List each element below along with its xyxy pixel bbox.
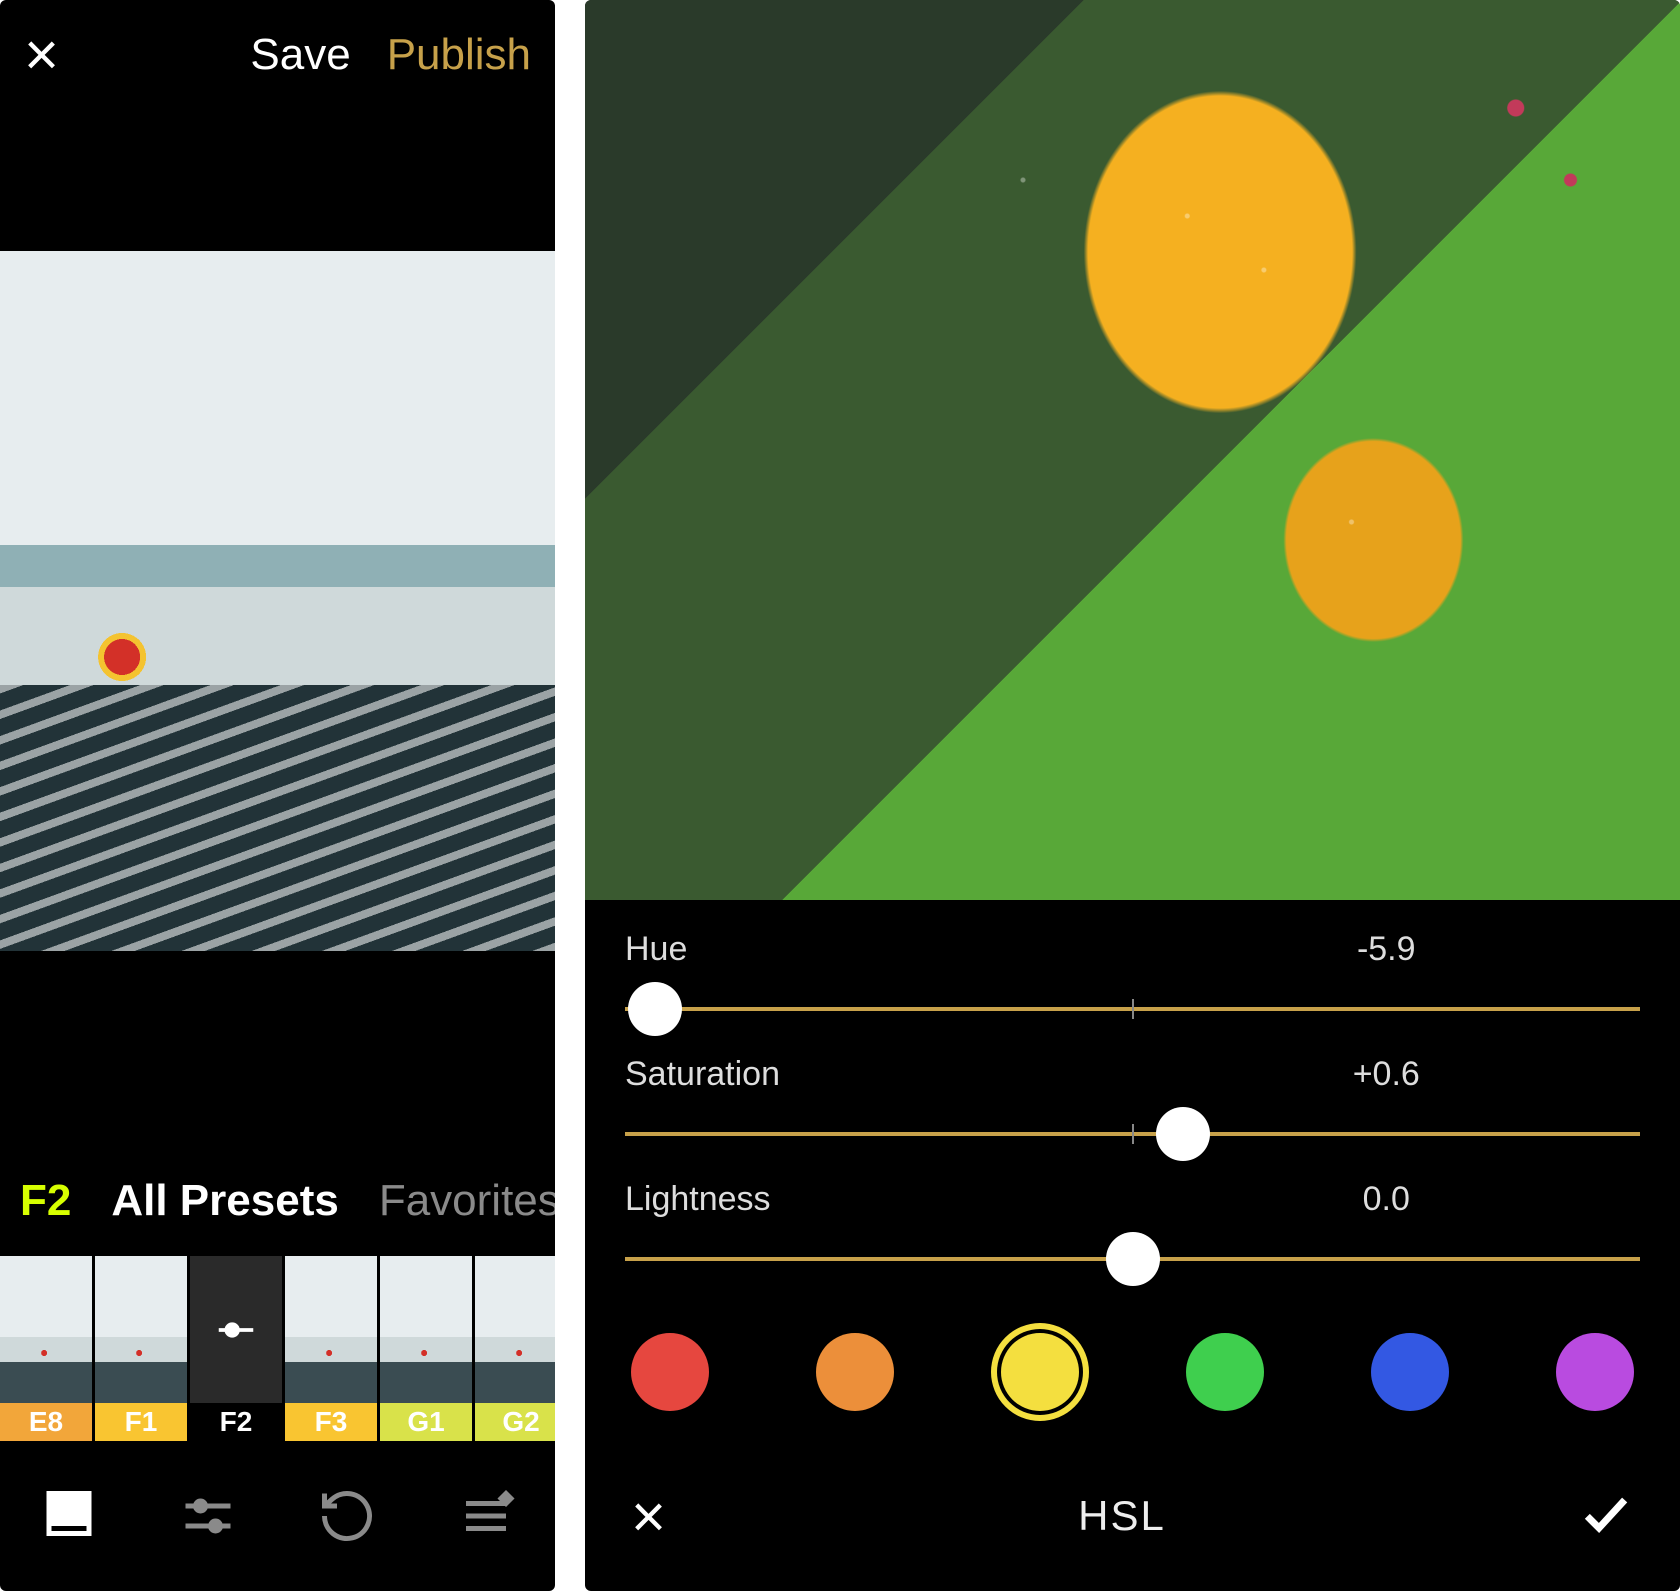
hsl-panel: Hue-5.9 Saturation+0.6 Lightness0.0 [585, 900, 1680, 1411]
color-yellow[interactable] [1001, 1333, 1079, 1411]
preset-g2[interactable]: G2 [475, 1256, 555, 1441]
preset-label: F1 [95, 1403, 187, 1441]
panel-title: HSL [1078, 1492, 1166, 1540]
confirm-icon[interactable] [1578, 1486, 1634, 1547]
photo-preview[interactable] [585, 0, 1680, 900]
history-icon[interactable] [307, 1476, 387, 1556]
slider-knob[interactable] [628, 982, 682, 1036]
tab-favorites[interactable]: Favorites [379, 1176, 555, 1226]
close-icon[interactable]: × [24, 25, 59, 85]
publish-button[interactable]: Publish [387, 30, 531, 80]
editor-presets-screen: × Save Publish F2 All Presets Favorites … [0, 0, 555, 1591]
cancel-icon[interactable]: × [631, 1482, 666, 1551]
color-blue[interactable] [1371, 1333, 1449, 1411]
presets-icon[interactable] [29, 1476, 109, 1556]
preset-f2[interactable]: F2 [190, 1256, 282, 1441]
slider-hue: Hue-5.9 [625, 930, 1640, 1031]
slider-lightness: Lightness0.0 [625, 1180, 1640, 1281]
recipes-icon[interactable] [446, 1476, 526, 1556]
photo-content [0, 251, 555, 951]
preset-label: E8 [0, 1403, 92, 1441]
sliders-icon[interactable] [168, 1476, 248, 1556]
preset-g1[interactable]: G1 [380, 1256, 472, 1441]
slider-knob[interactable] [1156, 1107, 1210, 1161]
preset-strip[interactable]: E8F1F2F3G1G2 [0, 1256, 555, 1441]
save-button[interactable]: Save [250, 30, 350, 80]
slider-value: +0.6 [1133, 1055, 1641, 1094]
photo-preview[interactable] [0, 110, 555, 1146]
slider-value: 0.0 [1133, 1180, 1641, 1219]
editor-hsl-screen: Hue-5.9 Saturation+0.6 Lightness0.0 × HSL [585, 0, 1680, 1591]
preset-label: G2 [475, 1403, 555, 1441]
preset-category-tabs: F2 All Presets Favorites Recent Featured [0, 1146, 555, 1256]
slider-name: Hue [625, 930, 1133, 969]
preset-label: G1 [380, 1403, 472, 1441]
preset-label: F2 [190, 1403, 282, 1441]
slider-knob[interactable] [1106, 1232, 1160, 1286]
slider-name: Saturation [625, 1055, 1133, 1094]
slider-name: Lightness [625, 1180, 1133, 1219]
preset-label: F3 [285, 1403, 377, 1441]
hsl-color-row [625, 1305, 1640, 1411]
topbar: × Save Publish [0, 0, 555, 110]
preset-e8[interactable]: E8 [0, 1256, 92, 1441]
preset-f3[interactable]: F3 [285, 1256, 377, 1441]
slider-track[interactable] [625, 1237, 1640, 1281]
hsl-footer: × HSL [585, 1441, 1680, 1591]
preset-f1[interactable]: F1 [95, 1256, 187, 1441]
color-purple[interactable] [1556, 1333, 1634, 1411]
color-green[interactable] [1186, 1333, 1264, 1411]
slider-saturation: Saturation+0.6 [625, 1055, 1640, 1156]
slider-value: -5.9 [1133, 930, 1641, 969]
color-orange[interactable] [816, 1333, 894, 1411]
tab-current-preset[interactable]: F2 [20, 1176, 71, 1226]
color-red[interactable] [631, 1333, 709, 1411]
slider-track[interactable] [625, 987, 1640, 1031]
slider-track[interactable] [625, 1112, 1640, 1156]
tab-all-presets[interactable]: All Presets [111, 1176, 338, 1226]
bottom-nav [0, 1441, 555, 1591]
